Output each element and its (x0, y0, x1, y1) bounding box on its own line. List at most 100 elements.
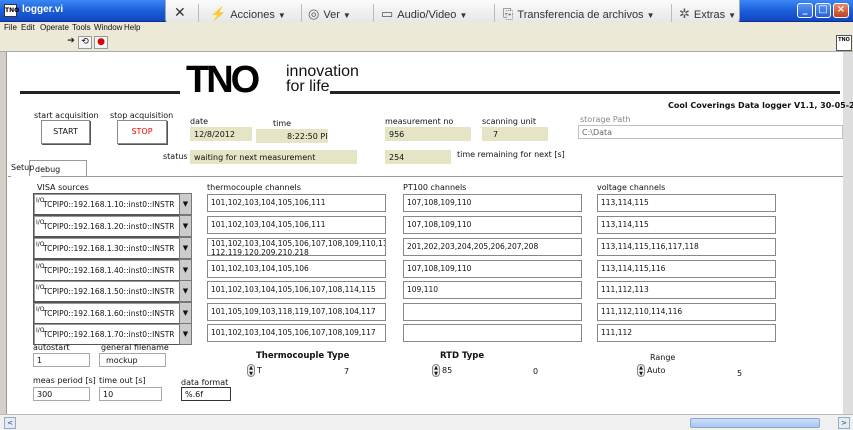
dropdown-arrow-icon[interactable]: ▼ (179, 259, 192, 281)
stop-button[interactable]: STOP (117, 120, 167, 144)
thermocouple-channels-field[interactable]: 101,102,103,104,105,106,107,108,109,110,… (207, 238, 386, 256)
scroll-left-icon[interactable]: < (4, 417, 16, 429)
menu-label: Transferencia de archivos (517, 9, 644, 21)
run-continuously-icon[interactable]: ⟲ (78, 36, 92, 49)
pt100-channels-field[interactable] (403, 324, 582, 342)
start-button[interactable]: START (41, 120, 90, 144)
thermocouple-channels-field[interactable]: 101,102,103,104,105,106,107,108,109,117 (207, 324, 386, 342)
thermocouple-type-title: Thermocouple Type (256, 351, 350, 361)
close-window-button[interactable]: × (833, 3, 849, 18)
io-icon: I/O (36, 197, 45, 204)
minimize-button[interactable]: _ (797, 3, 813, 18)
dropdown-arrow-icon[interactable]: ▼ (179, 215, 192, 237)
menu-tools[interactable]: Tools (72, 23, 91, 32)
menu-file-transfer[interactable]: ⎘ Transferencia de archivos ▼ (503, 6, 655, 22)
voltage-channels-field[interactable]: 113,114,115,116 (597, 260, 776, 278)
thermocouple-channels-field[interactable]: 101,102,103,104,105,106,107,108,114,115 (207, 281, 386, 299)
menu-label: Ver (323, 9, 340, 21)
voltage-channels-field[interactable]: 113,114,115 (597, 216, 776, 234)
menu-audio-video[interactable]: ▭ Audio/Video ▼ (381, 6, 467, 22)
thermocouple-channels-field[interactable]: 101,105,109,103,118,119,107,108,104,117 (207, 303, 386, 321)
menu-edit[interactable]: Edit (21, 23, 35, 32)
measurement-no-label: measurement no (385, 117, 454, 126)
dropdown-arrow-icon[interactable]: ▼ (179, 302, 192, 324)
menu-extras[interactable]: ✲ Extras ▼ (679, 6, 736, 22)
scanning-unit-label: scanning unit (482, 117, 537, 126)
maximize-button[interactable]: □ (815, 3, 831, 18)
thermocouple-channels-field[interactable]: 101,102,103,104,105,106 (207, 260, 386, 278)
pt100-channels-field[interactable]: 107,108,109,110 (403, 194, 582, 212)
menu-ver[interactable]: ◎ Ver ▼ (308, 6, 351, 22)
voltage-channels-field[interactable]: 111,112 (597, 324, 776, 342)
visa-source-selector[interactable]: I/O TCPIP0::192.168.1.50::inst0::INSTR ▼ (33, 280, 192, 302)
menu-label: Acciones (230, 9, 275, 21)
scrollbar-thumb[interactable] (690, 418, 820, 428)
dropdown-arrow-icon[interactable]: ▼ (179, 193, 192, 215)
pt100-channels-field[interactable]: 107,108,109,110 (403, 216, 582, 234)
visa-source-selector[interactable]: I/O TCPIP0::192.168.1.20::inst0::INSTR ▼ (33, 215, 192, 237)
timeout-field[interactable]: 10 (99, 387, 162, 401)
eye-icon: ◎ (308, 6, 320, 21)
io-icon: I/O (36, 327, 45, 334)
date-label: date (190, 117, 209, 126)
voltage-channels-field[interactable]: 113,114,115,116,117,118 (597, 238, 776, 256)
thermocouple-channels-field[interactable]: 101,102,103,104,105,106,111 (207, 194, 386, 212)
increment-decrement-icon[interactable]: ▲ ▼ (637, 364, 645, 377)
visa-resource-text: TCPIP0::192.168.1.20::inst0::INSTR (43, 222, 175, 231)
voltage-channels-field[interactable]: 111,112,110,114,116 (597, 303, 776, 321)
general-filename-field[interactable]: mockup (99, 353, 166, 367)
io-icon: I/O (36, 306, 45, 313)
visa-source-selector[interactable]: I/O TCPIP0::192.168.1.40::inst0::INSTR ▼ (33, 259, 192, 281)
pt100-channels-field[interactable]: 109,110 (403, 281, 582, 299)
menu-operate[interactable]: Operate (40, 23, 69, 32)
meas-period-field[interactable]: 300 (33, 387, 90, 401)
storage-path-label: storage Path (580, 115, 631, 124)
menu-file[interactable]: File (4, 23, 17, 32)
menu-window[interactable]: Window (94, 23, 122, 32)
tab-debug[interactable]: debug (29, 160, 87, 176)
time-label: time (273, 119, 292, 128)
thermocouple-header: thermocouple channels (207, 183, 301, 192)
increment-decrement-icon[interactable]: ▲ ▼ (247, 364, 255, 377)
visa-source-selector[interactable]: I/O TCPIP0::192.168.1.10::inst0::INSTR ▼ (33, 193, 192, 215)
visa-source-selector[interactable]: I/O TCPIP0::192.168.1.60::inst0::INSTR ▼ (33, 302, 192, 324)
chevron-down-icon: ▼ (646, 11, 655, 20)
menu-help[interactable]: Help (124, 23, 140, 32)
thermocouple-type-index: 7 (344, 367, 350, 376)
stop-acquisition-label: stop acquisition (110, 111, 174, 120)
thermocouple-channels-field[interactable]: 101,102,103,104,105,106,111 (207, 216, 386, 234)
visa-resource-text: TCPIP0::192.168.1.50::inst0::INSTR (43, 287, 175, 296)
range-value: Auto (647, 366, 666, 375)
chevron-down-icon: ▼ (459, 11, 468, 20)
visa-source-selector[interactable]: I/O TCPIP0::192.168.1.70::inst0::INSTR ▼ (33, 323, 192, 345)
horizontal-scrollbar[interactable]: < > (0, 414, 853, 430)
run-arrow-icon[interactable]: ➔ (64, 36, 78, 49)
menu-acciones[interactable]: ⚡ Acciones ▼ (210, 6, 286, 22)
dropdown-arrow-icon[interactable]: ▼ (179, 323, 192, 345)
visa-resource-text: TCPIP0::192.168.1.70::inst0::INSTR (43, 330, 175, 339)
dropdown-arrow-icon[interactable]: ▼ (179, 280, 192, 302)
time-remaining-label: time remaining for next [s] (457, 150, 565, 159)
voltage-channels-field[interactable]: 113,114,115 (597, 194, 776, 212)
scroll-right-icon[interactable]: > (838, 417, 850, 429)
visa-resource-text: TCPIP0::192.168.1.60::inst0::INSTR (43, 309, 175, 318)
autostart-field[interactable]: 1 (33, 353, 90, 367)
pt100-channels-field[interactable]: 107,108,109,110 (403, 260, 582, 278)
extras-icon: ✲ (679, 6, 690, 21)
abort-icon[interactable]: ● (94, 36, 108, 49)
visa-resource-text: TCPIP0::192.168.1.40::inst0::INSTR (43, 266, 175, 275)
vi-toolbar: ➔ ⟲ ● (0, 34, 853, 52)
voltage-channels-field[interactable]: 111,112,113 (597, 281, 776, 299)
visa-source-selector[interactable]: I/O TCPIP0::192.168.1.30::inst0::INSTR ▼ (33, 237, 192, 259)
pt100-channels-field[interactable]: 201,202,203,204,205,206,207,208 (403, 238, 582, 256)
increment-decrement-icon[interactable]: ▲ ▼ (432, 364, 440, 377)
dropdown-arrow-icon[interactable]: ▼ (179, 237, 192, 259)
io-icon: I/O (36, 219, 45, 226)
general-filename-label: general filename (101, 343, 169, 352)
range-title: Range (650, 353, 676, 362)
autostart-label: autostart (33, 343, 70, 352)
storage-path-field[interactable]: C:\Data (578, 125, 843, 139)
close-session-icon[interactable]: ✕ (174, 4, 186, 21)
data-format-field[interactable]: %.6f (181, 387, 231, 401)
pt100-channels-field[interactable] (403, 303, 582, 321)
